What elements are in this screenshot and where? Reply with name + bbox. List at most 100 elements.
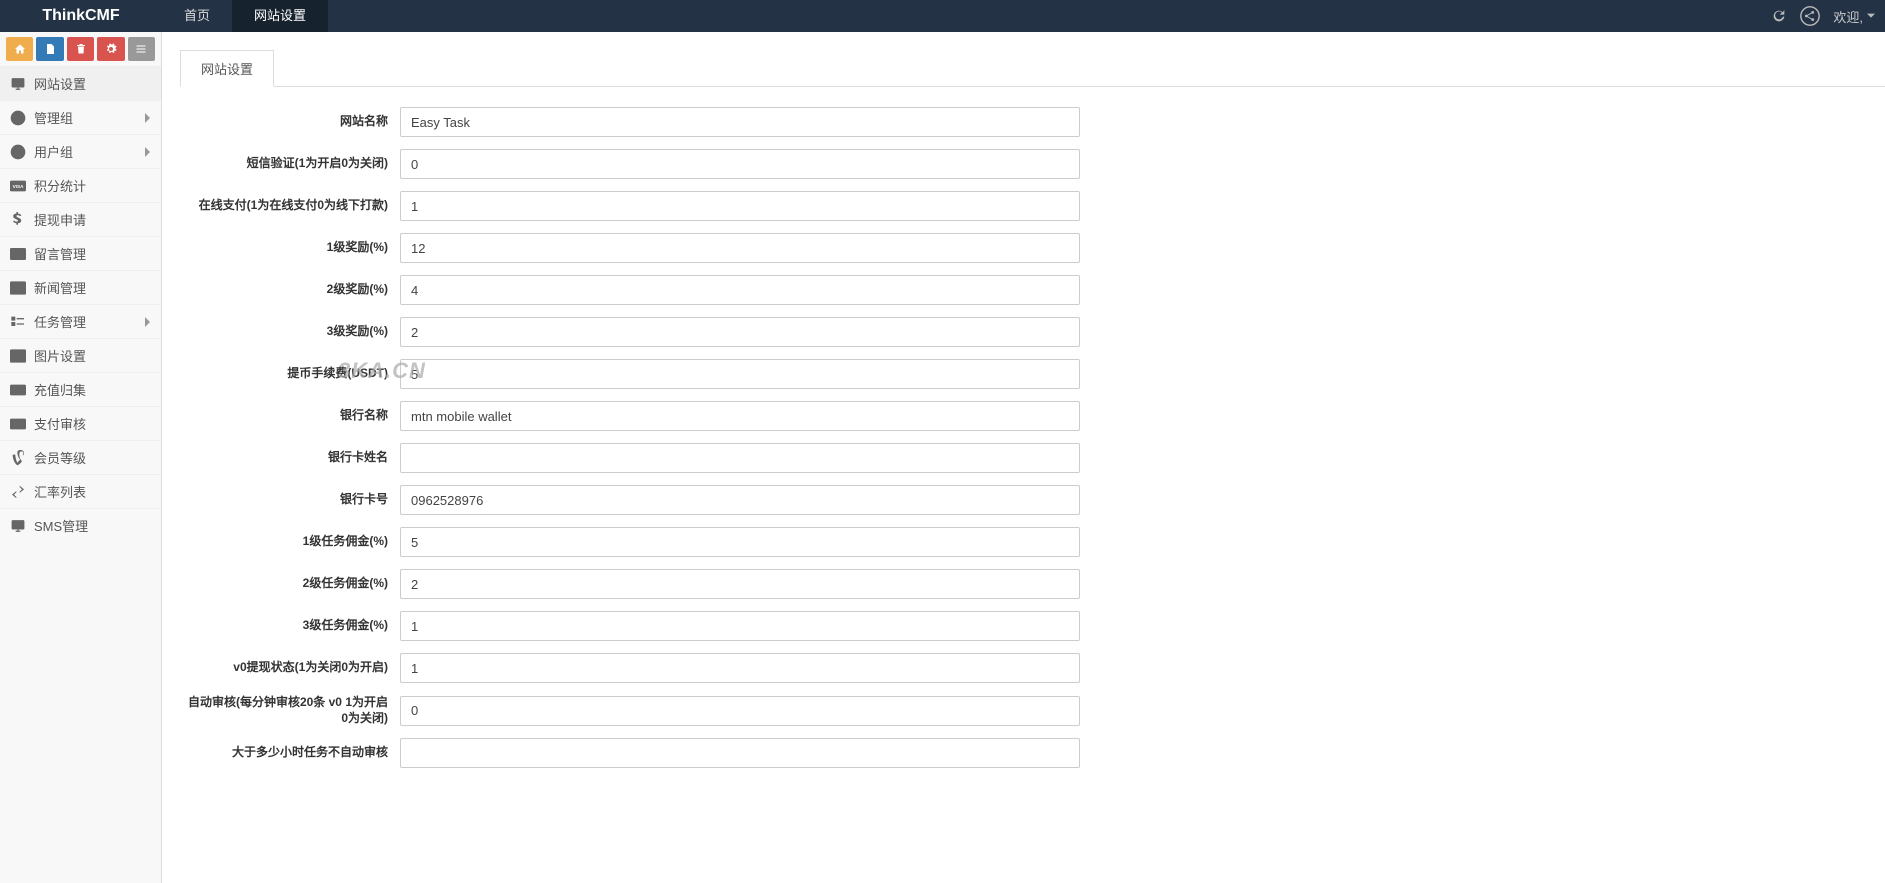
- form-label: 3级任务佣金(%): [180, 618, 400, 634]
- form-input-12[interactable]: [400, 611, 1080, 641]
- gear-icon: [105, 43, 117, 55]
- form-label: 大于多少小时任务不自动审核: [180, 745, 400, 761]
- tasks-icon: [10, 314, 26, 330]
- form-row-14: 自动审核(每分钟审核20条 v0 1为开启 0为关闭): [180, 695, 1885, 726]
- sidebar-item-9[interactable]: 充值归集: [0, 372, 161, 406]
- svg-text:VISA: VISA: [13, 184, 25, 189]
- display-icon: [10, 518, 26, 534]
- form-input-3[interactable]: [400, 233, 1080, 263]
- form-label: 2级奖励(%): [180, 282, 400, 298]
- form-input-13[interactable]: [400, 653, 1080, 683]
- sidebar-item-label: 留言管理: [34, 244, 151, 263]
- sidebar-item-label: SMS管理: [34, 516, 151, 535]
- sidebar-item-label: 提现申请: [34, 210, 151, 229]
- user-circle-icon: [10, 110, 26, 126]
- form-row-1: 短信验证(1为开启0为关闭): [180, 149, 1885, 179]
- sidebar-item-6[interactable]: 新闻管理: [0, 270, 161, 304]
- form-input-0[interactable]: [400, 107, 1080, 137]
- toolbar-gear-button[interactable]: [97, 37, 124, 61]
- sidebar-item-2[interactable]: 用户组: [0, 134, 161, 168]
- welcome-label: 欢迎,: [1833, 7, 1863, 26]
- toolbar-file-button[interactable]: [36, 37, 63, 61]
- sidebar-item-1[interactable]: 管理组: [0, 100, 161, 134]
- form-input-11[interactable]: [400, 569, 1080, 599]
- form-input-9[interactable]: [400, 485, 1080, 515]
- form-row-12: 3级任务佣金(%): [180, 611, 1885, 641]
- form-label: 在线支付(1为在线支付0为线下打款): [180, 198, 400, 214]
- card-icon: [10, 416, 26, 432]
- form-input-14[interactable]: [400, 696, 1080, 726]
- refresh-icon[interactable]: [1771, 8, 1787, 24]
- exchange-icon: [10, 484, 26, 500]
- top-navbar: ThinkCMF 首页 网站设置 欢迎,: [0, 0, 1885, 32]
- form-label: 银行名称: [180, 408, 400, 424]
- toolbar-trash-button[interactable]: [67, 37, 94, 61]
- form-input-2[interactable]: [400, 191, 1080, 221]
- form-row-5: 3级奖励(%): [180, 317, 1885, 347]
- form-input-7[interactable]: [400, 401, 1080, 431]
- nav-tab-home[interactable]: 首页: [162, 0, 232, 32]
- form-input-5[interactable]: [400, 317, 1080, 347]
- form-row-11: 2级任务佣金(%): [180, 569, 1885, 599]
- sidebar-item-3[interactable]: VISA 积分统计: [0, 168, 161, 202]
- form-input-6[interactable]: [400, 359, 1080, 389]
- share-icon[interactable]: [1799, 5, 1821, 27]
- form-label: 3级奖励(%): [180, 324, 400, 340]
- trash-icon: [75, 43, 87, 55]
- sidebar-item-11[interactable]: 会员等级: [0, 440, 161, 474]
- form-label: 2级任务佣金(%): [180, 576, 400, 592]
- navbar-right: 欢迎,: [1771, 5, 1885, 27]
- chevron-down-icon: [1867, 12, 1875, 20]
- form-row-15: 大于多少小时任务不自动审核: [180, 738, 1885, 768]
- dollar-icon: [10, 212, 26, 228]
- sidebar-item-label: 网站设置: [34, 74, 151, 93]
- form-row-13: v0提现状态(1为关闭0为开启): [180, 653, 1885, 683]
- sidebar-item-12[interactable]: 汇率列表: [0, 474, 161, 508]
- sidebar-item-label: 支付审核: [34, 414, 151, 433]
- chevron-right-icon: [143, 146, 151, 158]
- user-circle-icon: [10, 144, 26, 160]
- sidebar-item-4[interactable]: 提现申请: [0, 202, 161, 236]
- form-input-10[interactable]: [400, 527, 1080, 557]
- form-row-4: 2级奖励(%): [180, 275, 1885, 305]
- toolbar-list-button[interactable]: [128, 37, 155, 61]
- form-label: 1级任务佣金(%): [180, 534, 400, 550]
- sidebar-item-10[interactable]: 支付审核: [0, 406, 161, 440]
- form-row-6: 提币手续费(USDT): [180, 359, 1885, 389]
- sidebar-item-label: 积分统计: [34, 176, 151, 195]
- sidebar-item-label: 图片设置: [34, 346, 151, 365]
- form-input-8[interactable]: [400, 443, 1080, 473]
- money-icon: [10, 382, 26, 398]
- form-input-4[interactable]: [400, 275, 1080, 305]
- sidebar-item-label: 任务管理: [34, 312, 143, 331]
- welcome-dropdown[interactable]: 欢迎,: [1833, 7, 1875, 26]
- list-icon: [135, 43, 147, 55]
- page-tab-site-settings[interactable]: 网站设置: [180, 50, 274, 87]
- home-icon: [14, 43, 26, 55]
- vine-icon: [10, 450, 26, 466]
- sidebar-item-7[interactable]: 任务管理: [0, 304, 161, 338]
- form-row-0: 网站名称: [180, 107, 1885, 137]
- form-input-1[interactable]: [400, 149, 1080, 179]
- form-row-9: 银行卡号: [180, 485, 1885, 515]
- sidebar-menu: 网站设置管理组用户组 VISA 积分统计提现申请留言管理新闻管理任务管理图片设置充值…: [0, 66, 161, 542]
- toolbar-home-button[interactable]: [6, 37, 33, 61]
- sidebar-item-5[interactable]: 留言管理: [0, 236, 161, 270]
- main-content: 3KA.CN 网站设置 网站名称短信验证(1为开启0为关闭)在线支付(1为在线支…: [162, 32, 1885, 883]
- form-label: 自动审核(每分钟审核20条 v0 1为开启 0为关闭): [180, 695, 400, 726]
- display-icon: [10, 76, 26, 92]
- settings-form: 网站名称短信验证(1为开启0为关闭)在线支付(1为在线支付0为线下打款)1级奖励…: [180, 107, 1885, 768]
- form-label: v0提现状态(1为关闭0为开启): [180, 660, 400, 676]
- image-icon: [10, 348, 26, 364]
- nav-tab-site-settings[interactable]: 网站设置: [232, 0, 328, 32]
- form-input-15[interactable]: [400, 738, 1080, 768]
- news-icon: [10, 280, 26, 296]
- sidebar: 网站设置管理组用户组 VISA 积分统计提现申请留言管理新闻管理任务管理图片设置充值…: [0, 32, 162, 883]
- sidebar-item-8[interactable]: 图片设置: [0, 338, 161, 372]
- sidebar-item-label: 充值归集: [34, 380, 151, 399]
- file-icon: [44, 43, 56, 55]
- sidebar-item-13[interactable]: SMS管理: [0, 508, 161, 542]
- form-row-7: 银行名称: [180, 401, 1885, 431]
- sidebar-item-0[interactable]: 网站设置: [0, 66, 161, 100]
- chevron-right-icon: [143, 112, 151, 124]
